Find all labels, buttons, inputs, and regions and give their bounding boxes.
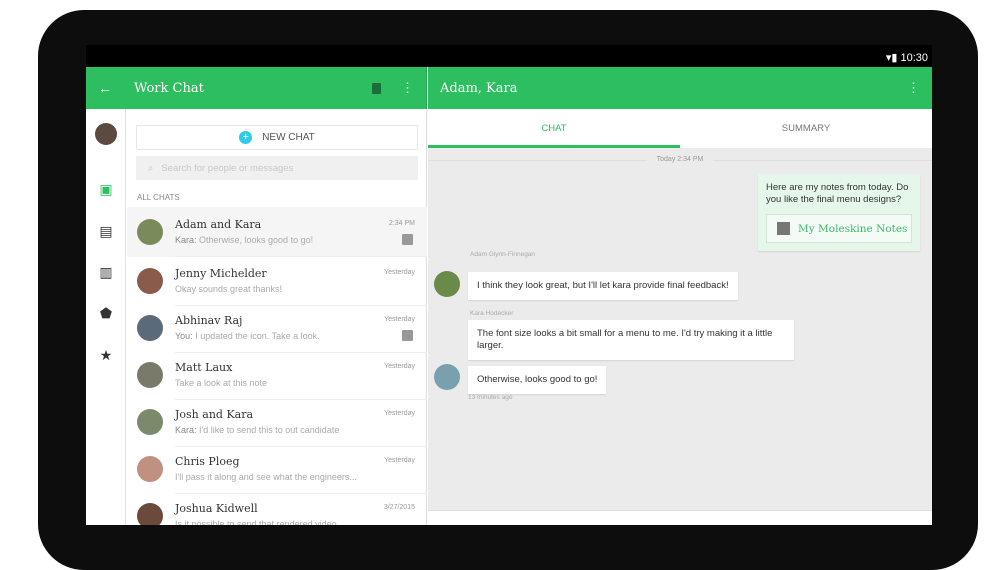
chat-list-item[interactable]: Joshua Kidwell Is it possible to send th… [127,491,427,525]
preview-text: I updated the icon. Take a look. [192,331,320,341]
timestamp: Yesterday [384,316,415,323]
chat-list-item[interactable]: Matt Laux Take a look at this note Yeste… [127,350,427,400]
sender-name: Adam Glynn-Finnegan [470,251,536,258]
right-app-bar: Adam, Kara ⋮ [428,67,932,109]
date-divider: Today 2:34 PM [428,156,932,163]
contact-name: Joshua Kidwell [175,502,258,515]
message-bubble: I think they look great, but I'll let ka… [468,272,738,300]
chat-list-item[interactable]: Adam and Kara Kara: Otherwise, looks goo… [127,207,427,257]
preview-text: Otherwise, looks good to go! [196,235,314,245]
contact-name: Chris Ploeg [175,455,240,468]
message-preview: I'll pass it along and see what the engi… [175,472,357,482]
avatar [137,409,163,435]
conversation-title: Adam, Kara [440,80,518,96]
contact-name: Matt Laux [175,361,233,374]
timestamp: Yesterday [384,457,415,464]
new-chat-label: NEW CHAT [262,132,315,143]
more-menu-icon[interactable]: ⋮ [907,80,920,96]
preview-text: Take a look at this note [175,378,268,388]
sidebar: ▣ ▤ ▥ ⬟ ★ [86,109,126,525]
message-input[interactable] [428,510,932,525]
avatar [434,271,460,297]
message-preview: Kara: I'd like to send this to out candi… [175,425,339,435]
back-arrow-icon[interactable]: ← [98,80,112,96]
section-label: ALL CHATS [137,193,180,202]
wifi-icon: ▾▮ [885,52,901,64]
contact-name: Jenny Michelder [175,267,267,280]
avatar [137,268,163,294]
avatar [434,364,460,390]
search-icon: ⌕ [148,162,154,174]
plus-icon: + [239,131,253,144]
preview-text: Is it possible to send that rendered vid… [175,519,337,525]
preview-sender: Kara: [175,235,197,245]
timestamp: 2:34 PM [388,220,415,227]
timestamp: 3/27/2015 [383,504,415,511]
message-text: Here are my notes from today. Do you lik… [766,182,909,205]
timestamp: Yesterday [384,269,415,276]
tab-bar: CHAT SUMMARY [428,109,932,148]
chat-list: + NEW CHAT ⌕ Search for people or messages… [127,109,427,525]
avatar [137,219,163,245]
message-preview: Is it possible to send that rendered vid… [175,519,337,525]
preview-sender: You: [175,331,193,341]
new-note-icon[interactable] [372,82,381,94]
preview-text: I'd like to send this to out candidate [196,425,340,435]
star-icon[interactable]: ★ [98,347,114,364]
search-input[interactable]: ⌕ Search for people or messages [136,156,418,180]
note-title: My Moleskine Notes [798,222,908,235]
left-app-bar: ← Work Chat ⋮ [86,67,427,109]
message-area: Today 2:34 PM Here are my notes from tod… [428,148,932,510]
tab-chat[interactable]: CHAT [428,109,680,148]
chat-list-item[interactable]: Josh and Kara Kara: I'd like to send thi… [127,397,427,447]
user-avatar[interactable] [95,123,117,145]
preview-sender: Kara: [175,425,197,435]
chat-list-item[interactable]: Abhinav Raj You: I updated the icon. Tak… [127,303,427,353]
status-bar: ▾▮ 10:30 [86,45,932,67]
message-preview: Kara: Otherwise, looks good to go! [175,235,313,245]
search-placeholder: Search for people or messages [161,162,294,174]
timestamp: Yesterday [384,410,415,417]
message-bubble: Otherwise, looks good to go! [468,366,607,394]
contact-name: Adam and Kara [175,218,262,231]
note-icon [777,222,790,235]
preview-text: Okay sounds great thanks! [175,284,283,294]
my-message: Here are my notes from today. Do you lik… [758,174,920,251]
tab-summary[interactable]: SUMMARY [680,109,932,148]
timestamp: Yesterday [384,363,415,370]
avatar [137,503,163,525]
avatar [137,456,163,482]
app-title: Work Chat [134,80,204,96]
message-bubble: The font size looks a bit small for a me… [468,320,794,360]
message-time: 13 minutes ago [468,394,513,401]
message-preview: Okay sounds great thanks! [175,284,282,294]
screen: ▾▮ 10:30 ← Work Chat ⋮ Adam, Kara ⋮ ▣ ▤ … [86,45,932,525]
new-chat-button[interactable]: + NEW CHAT [136,125,418,150]
tags-icon[interactable]: ⬟ [98,305,114,322]
chat-icon[interactable]: ▣ [98,181,114,198]
contact-name: Abhinav Raj [175,314,243,327]
note-attachment[interactable]: My Moleskine Notes [766,214,912,243]
avatar [137,362,163,388]
contact-name: Josh and Kara [175,408,254,421]
avatar [137,315,163,341]
preview-text: I'll pass it along and see what the engi… [175,472,357,482]
sender-name: Kara Hodecker [470,310,514,317]
date-label: Today 2:34 PM [646,156,714,163]
more-menu-icon[interactable]: ⋮ [401,80,414,96]
chat-list-item[interactable]: Jenny Michelder Okay sounds great thanks… [127,256,427,306]
note-icon [402,234,413,245]
message-preview: You: I updated the icon. Take a look. [175,331,320,341]
clock: 10:30 [900,52,928,64]
note-icon [402,330,413,341]
notebooks-icon[interactable]: ▥ [98,264,114,281]
chat-list-item[interactable]: Chris Ploeg I'll pass it along and see w… [127,444,427,494]
message-preview: Take a look at this note [175,378,267,388]
notes-icon[interactable]: ▤ [98,223,114,240]
